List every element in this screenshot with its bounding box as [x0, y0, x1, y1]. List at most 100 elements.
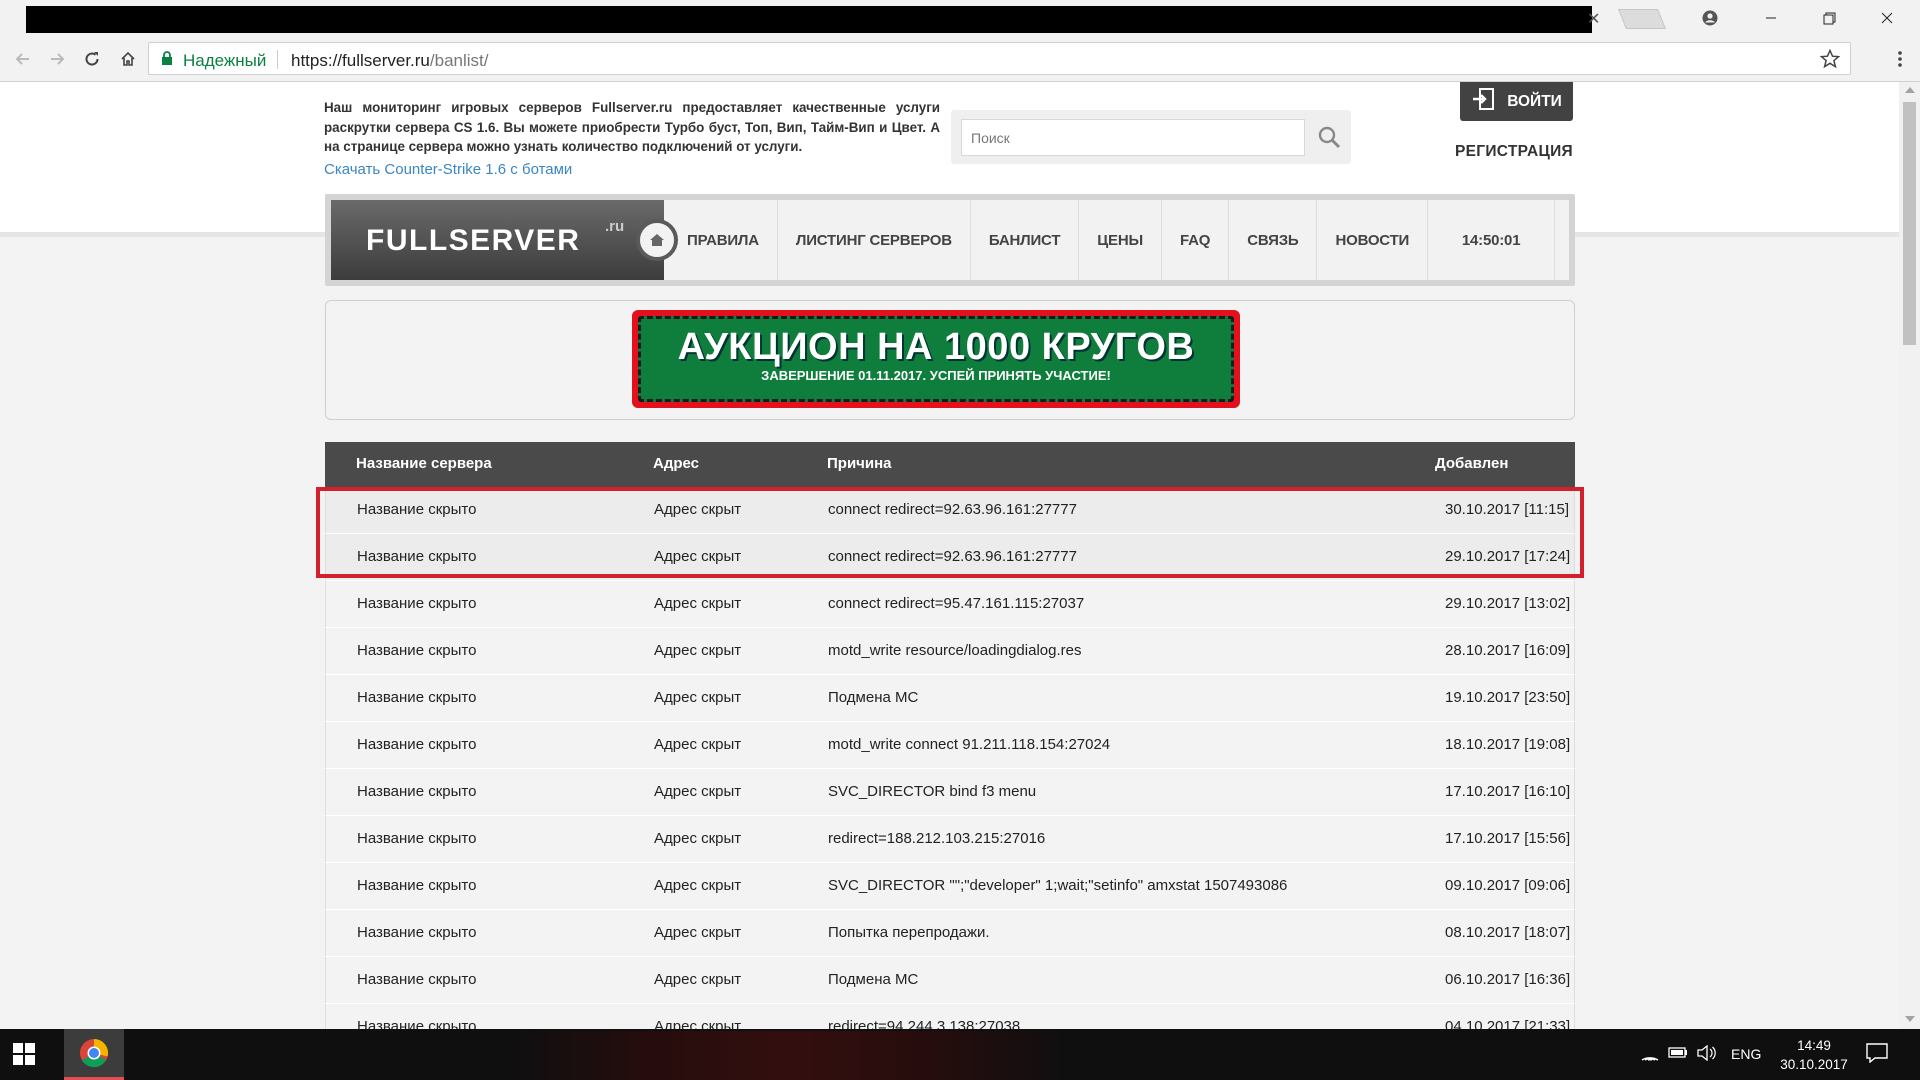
cell-added: 06.10.2017 [16:36] [1445, 971, 1571, 988]
home-icon[interactable] [114, 45, 142, 73]
cell-address: Адрес скрыт [654, 689, 742, 706]
restore-button[interactable] [1806, 4, 1852, 32]
ban-table: Название сервера Адрес Причина Добавлен … [325, 442, 1575, 1029]
table-row: Название скрыто Адрес скрыт motd_write res… [325, 628, 1575, 675]
cell-added: 17.10.2017 [16:10] [1445, 783, 1571, 800]
notifications-icon[interactable] [1866, 1043, 1888, 1068]
table-row: Название скрыто Адрес скрыт redirect=188.2… [325, 816, 1575, 863]
cell-server-name: Название скрыто [357, 924, 477, 941]
auction-banner-inner: АУКЦИОН НА 1000 КРУГОВ ЗАВЕРШЕНИЕ 01.11.… [638, 316, 1234, 402]
logo-suffix: .ru [605, 218, 625, 235]
minimize-button[interactable] [1748, 4, 1794, 32]
forward-arrow-icon[interactable] [43, 45, 71, 73]
back-arrow-icon[interactable] [9, 45, 37, 73]
site-logo[interactable]: FULLSERVER .ru [331, 200, 664, 280]
cell-server-name: Название скрыто [357, 548, 477, 565]
tab-close-icon[interactable]: ✕ [1587, 9, 1600, 29]
table-row: Название скрыто Адрес скрыт connect redire… [325, 487, 1575, 534]
nav-item-rules[interactable]: ПРАВИЛА [687, 200, 778, 280]
wifi-icon[interactable] [1641, 1045, 1659, 1066]
cell-server-name: Название скрыто [357, 501, 477, 518]
cell-added: 04.10.2017 [21:33] [1445, 1018, 1571, 1029]
search-box [951, 110, 1351, 164]
login-label: ВОЙТИ [1507, 92, 1562, 110]
column-header-address: Адрес [653, 455, 700, 472]
nav-item-banlist[interactable]: БАНЛИСТ [971, 200, 1080, 280]
scrollbar-thumb[interactable] [1903, 102, 1916, 345]
cell-reason: connect redirect=95.47.161.115:27037 [828, 595, 1085, 612]
table-row: Название скрыто Адрес скрыт Попытка перепр… [325, 910, 1575, 957]
cell-address: Адрес скрыт [654, 830, 742, 847]
url-path: /banlist/ [429, 51, 489, 70]
cell-server-name: Название скрыто [357, 595, 477, 612]
cell-address: Адрес скрыт [654, 548, 742, 565]
profile-icon[interactable] [1687, 4, 1733, 32]
home-circle-icon[interactable] [636, 219, 678, 261]
table-row: Название скрыто Адрес скрыт SVC_DIRECTOR b… [325, 769, 1575, 816]
register-link[interactable]: РЕГИСТРАЦИЯ [1455, 143, 1573, 161]
logo-text: FULLSERVER [366, 224, 581, 257]
cell-address: Адрес скрыт [654, 595, 742, 612]
cell-server-name: Название скрыто [357, 877, 477, 894]
cell-address: Адрес скрыт [654, 877, 742, 894]
nav-item-prices[interactable]: ЦЕНЫ [1079, 200, 1162, 280]
cell-server-name: Название скрыто [357, 971, 477, 988]
taskbar-time: 14:49 [1797, 1038, 1831, 1053]
nav-item-faq[interactable]: FAQ [1162, 200, 1230, 280]
cell-added: 30.10.2017 [11:15] [1445, 501, 1569, 518]
cell-server-name: Название скрыто [357, 642, 477, 659]
page-viewport: Наш мониторинг игровых серверов Fullserv… [0, 82, 1899, 1029]
banner-subtitle: ЗАВЕРШЕНИЕ 01.11.2017. УСПЕЙ ПРИНЯТЬ УЧА… [761, 368, 1111, 383]
url-text[interactable]: https://fullserver.ru/banlist/ [291, 51, 488, 71]
secure-label: Надежный [183, 51, 267, 70]
cell-reason: SVC_DIRECTOR bind f3 menu [828, 783, 1037, 800]
table-row: Название скрыто Адрес скрыт Подмена МС 19.1… [325, 675, 1575, 722]
redacted-tabs[interactable] [26, 6, 1592, 33]
taskbar-clock[interactable]: 14:49 30.10.2017 [1777, 1036, 1851, 1074]
login-icon [1471, 87, 1497, 116]
input-language[interactable]: ENG [1731, 1046, 1761, 1062]
banner-container: АУКЦИОН НА 1000 КРУГОВ ЗАВЕРШЕНИЕ 01.11.… [325, 300, 1575, 420]
table-row: Название скрыто Адрес скрыт redirect=94.24… [325, 1004, 1575, 1029]
bookmark-star-icon[interactable] [1819, 48, 1841, 74]
new-tab-button[interactable] [1617, 9, 1667, 29]
battery-icon[interactable] [1668, 1045, 1688, 1064]
reload-icon[interactable] [78, 45, 106, 73]
browser-menu-icon[interactable] [1888, 47, 1912, 71]
cell-server-name: Название скрыто [357, 736, 477, 753]
login-button[interactable]: ВОЙТИ [1460, 82, 1573, 121]
intro-text: Наш мониторинг игровых серверов Fullserv… [324, 100, 940, 154]
nav-item-server-listing[interactable]: ЛИСТИНГ СЕРВЕРОВ [778, 200, 971, 280]
taskbar-date: 30.10.2017 [1780, 1057, 1848, 1072]
chrome-taskbar-icon[interactable] [64, 1029, 124, 1080]
table-row: Название скрыто Адрес скрыт connect redire… [325, 581, 1575, 628]
scroll-down-arrow-icon[interactable] [1905, 1016, 1915, 1022]
search-icon[interactable] [1317, 125, 1341, 154]
auction-banner[interactable]: АУКЦИОН НА 1000 КРУГОВ ЗАВЕРШЕНИЕ 01.11.… [632, 310, 1240, 408]
cell-reason: connect redirect=92.63.96.161:27777 [828, 548, 1077, 565]
cell-reason: Подмена МС [828, 689, 919, 706]
cell-address: Адрес скрыт [654, 736, 742, 753]
nav-clock: 14:50:01 [1428, 200, 1556, 280]
address-bar[interactable]: Надежный https://fullserver.ru/banlist/ [148, 42, 1851, 75]
cell-address: Адрес скрыт [654, 642, 742, 659]
page-scrollbar[interactable] [1899, 82, 1920, 1029]
nav-item-contact[interactable]: СВЯЗЬ [1229, 200, 1318, 280]
download-cs-link[interactable]: Скачать Counter-Strike 1.6 с ботами [324, 161, 572, 178]
scroll-up-arrow-icon[interactable] [1905, 87, 1915, 93]
windows-start-icon[interactable] [12, 1042, 36, 1071]
cell-server-name: Название скрыто [357, 689, 477, 706]
windows-taskbar: ENG 14:49 30.10.2017 [0, 1029, 1920, 1080]
column-header-server-name: Название сервера [356, 455, 492, 472]
close-window-button[interactable] [1864, 4, 1910, 32]
table-row: Название скрыто Адрес скрыт Подмена МС 06.1… [325, 957, 1575, 1004]
volume-icon[interactable] [1697, 1044, 1717, 1066]
tab-strip: ✕ [0, 0, 1920, 35]
browser-toolbar: Надежный https://fullserver.ru/banlist/ [0, 35, 1920, 82]
nav-item-news[interactable]: НОВОСТИ [1317, 200, 1429, 280]
cell-reason: motd_write connect 91.211.118.154:27024 [828, 736, 1111, 753]
cell-address: Адрес скрыт [654, 924, 742, 941]
cell-added: 28.10.2017 [16:09] [1445, 642, 1571, 659]
table-row: Название скрыто Адрес скрыт motd_write con… [325, 722, 1575, 769]
search-input[interactable] [961, 119, 1305, 156]
